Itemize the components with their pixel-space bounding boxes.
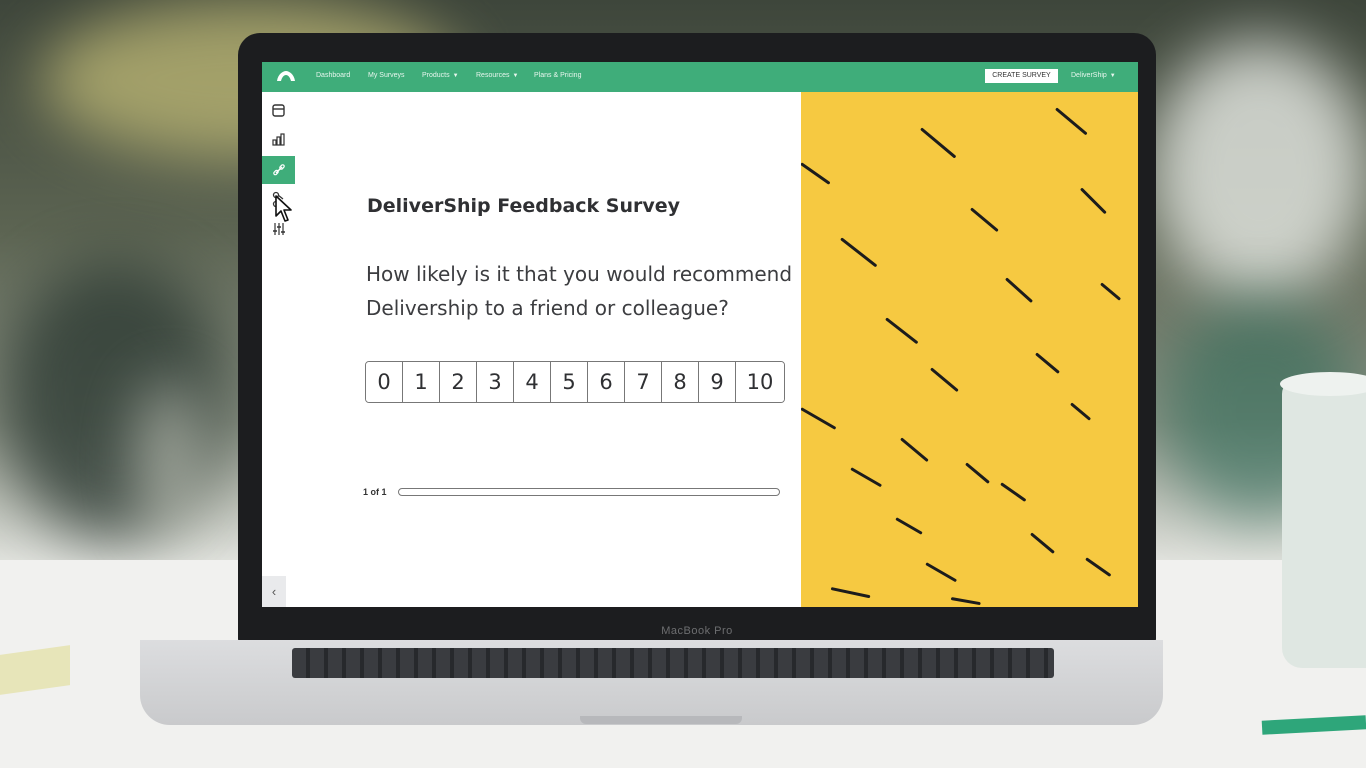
decorative-dash (1030, 532, 1055, 554)
decorative-dash (1055, 107, 1088, 136)
decorative-dash (885, 317, 919, 345)
mouse-cursor-icon (275, 195, 292, 222)
score-option-0[interactable]: 0 (366, 362, 403, 402)
background-blur (1150, 40, 1366, 300)
decorative-dash (1070, 402, 1092, 421)
progress-label: 1 of 1 (363, 487, 387, 497)
score-option-7[interactable]: 7 (625, 362, 662, 402)
logo-icon[interactable] (276, 70, 296, 82)
score-option-1[interactable]: 1 (403, 362, 440, 402)
nav-dashboard[interactable]: Dashboard (316, 72, 350, 79)
score-option-3[interactable]: 3 (477, 362, 514, 402)
decorative-dash (1079, 187, 1107, 215)
score-option-10[interactable]: 10 (736, 362, 784, 402)
nav-resources-label: Resources (476, 72, 510, 79)
keyboard (292, 648, 1054, 678)
caret-down-icon: ▼ (1109, 73, 1116, 79)
decorative-dash (965, 462, 990, 484)
decorative-dash (1100, 282, 1122, 301)
trackpad-notch (580, 716, 742, 724)
background-blur (140, 380, 200, 540)
decorative-dash (930, 367, 959, 393)
account-menu[interactable]: DeliverShip ▼ (1071, 72, 1116, 79)
nav-my-surveys[interactable]: My Surveys (368, 72, 405, 79)
decorative-dash (1000, 482, 1027, 502)
decorative-dash (895, 517, 923, 535)
nav-plans-pricing[interactable]: Plans & Pricing (534, 72, 581, 79)
top-navigation: Dashboard My Surveys Products ▼ Resources… (262, 62, 1138, 92)
decorative-dash (950, 597, 981, 606)
decorative-dash (830, 587, 871, 599)
score-option-5[interactable]: 5 (551, 362, 588, 402)
score-option-9[interactable]: 9 (699, 362, 736, 402)
decorative-dash (970, 207, 999, 233)
decorative-dash (1035, 352, 1060, 374)
survey-title: DeliverShip Feedback Survey (367, 195, 681, 217)
score-option-2[interactable]: 2 (440, 362, 477, 402)
laptop-screen: Dashboard My Surveys Products ▼ Resources… (262, 62, 1138, 607)
decorative-dash (1085, 557, 1112, 577)
nav-products-label: Products (422, 72, 450, 79)
decorative-dash (840, 237, 878, 268)
collect-link-icon[interactable] (269, 160, 288, 179)
decorative-dash (920, 127, 957, 159)
decorative-dash (925, 562, 958, 583)
score-option-6[interactable]: 6 (588, 362, 625, 402)
decorative-dash (801, 162, 831, 185)
decorative-dash (850, 467, 883, 488)
nav-resources[interactable]: Resources ▼ (476, 72, 518, 79)
survey-question: How likely is it that you would recommen… (366, 262, 793, 320)
score-option-4[interactable]: 4 (514, 362, 551, 402)
caret-down-icon: ▼ (512, 73, 519, 79)
decorative-artwork-panel (801, 92, 1138, 607)
score-option-8[interactable]: 8 (662, 362, 699, 402)
decorative-dash (900, 437, 929, 463)
nav-products[interactable]: Products ▼ (422, 72, 459, 79)
create-survey-button[interactable]: CREATE SURVEY (985, 69, 1058, 83)
caret-down-icon: ▼ (452, 73, 459, 79)
laptop-model-label: MacBook Pro (661, 625, 733, 637)
decorative-dash (801, 407, 837, 430)
preview-icon[interactable] (269, 101, 288, 120)
decorative-dash (1004, 277, 1034, 304)
account-name: DeliverShip (1071, 72, 1107, 79)
progress-bar (398, 488, 780, 496)
nps-rating-scale: 0 1 2 3 4 5 6 7 8 9 10 (365, 361, 785, 403)
analyze-icon[interactable] (269, 130, 288, 149)
collapse-sidebar-button[interactable]: ‹ (262, 576, 286, 607)
chevron-left-icon: ‹ (271, 584, 277, 599)
